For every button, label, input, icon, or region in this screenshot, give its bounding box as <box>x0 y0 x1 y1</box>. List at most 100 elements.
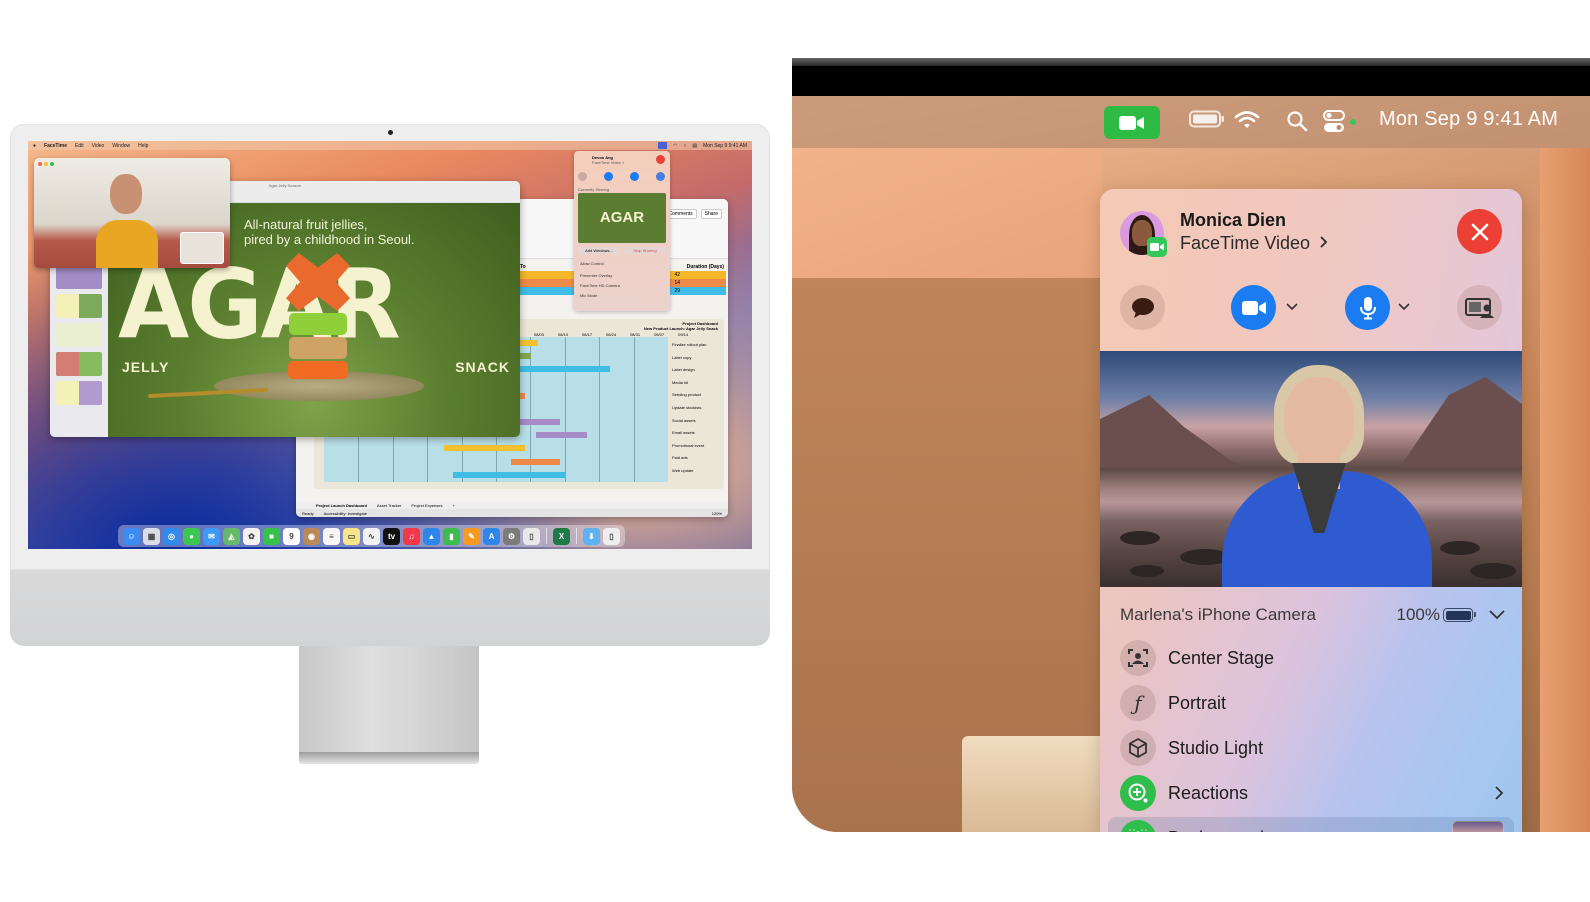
menu-item-reactions[interactable]: Reactions <box>1108 772 1514 814</box>
cube-icon <box>1120 730 1156 766</box>
slide-thumbnail[interactable] <box>56 323 102 347</box>
slide-thumbnail[interactable] <box>56 294 102 318</box>
self-view-pip[interactable] <box>180 232 224 264</box>
mini-mic-button[interactable] <box>630 172 639 181</box>
control-center-icon[interactable] <box>1323 110 1357 134</box>
dock-iphone-mirroring-icon[interactable]: ▯ <box>523 527 540 545</box>
facetime-status-button[interactable] <box>1104 106 1160 139</box>
camera-item[interactable]: FaceTime HD Camera <box>580 283 620 288</box>
presenter-overlay-item[interactable]: Presenter Overlay <box>580 273 612 278</box>
mini-video-button[interactable] <box>604 172 613 181</box>
duration-cell[interactable]: 14 <box>674 280 680 286</box>
camera-device-row[interactable]: Marlena's iPhone Camera 100% <box>1120 605 1505 625</box>
dock-reminders-icon[interactable]: ≡ <box>323 527 340 545</box>
dock-facetime-icon[interactable]: ■ <box>263 527 280 545</box>
wifi-icon[interactable] <box>1234 110 1260 130</box>
video-options-dropdown[interactable] <box>1284 299 1300 315</box>
end-call-button[interactable] <box>1457 209 1502 254</box>
facetime-status-icon[interactable] <box>657 142 667 149</box>
accessibility-status[interactable]: Accessibility: Investigate <box>324 511 367 516</box>
dock-apple-tv-icon[interactable]: tv <box>383 527 400 545</box>
menubar-clock[interactable]: Mon Sep 9 9:41 AM <box>1379 108 1558 131</box>
gantt-bar[interactable] <box>452 471 565 478</box>
gantt-bar[interactable] <box>511 458 561 465</box>
facetime-video-window[interactable] <box>34 158 230 268</box>
dock-launchpad-icon[interactable]: ▦ <box>143 527 160 545</box>
menu-item-studio-light[interactable]: Studio Light <box>1108 727 1514 769</box>
dock-excel-icon[interactable]: X <box>553 527 570 545</box>
gantt-title: Project Dashboard New Product Launch: Ag… <box>644 321 718 331</box>
imac-stand-foot <box>299 752 479 764</box>
background-icon <box>1120 820 1156 832</box>
dock-safari-icon[interactable]: ◎ <box>163 527 180 545</box>
dock-app-store-icon[interactable]: A <box>483 527 500 545</box>
dock-calendar-icon[interactable]: 9 <box>283 527 300 545</box>
microphone-toggle-button[interactable] <box>1345 285 1390 330</box>
menu-video[interactable]: Video <box>92 143 105 149</box>
portrait-f-icon: ƒ <box>1120 685 1156 721</box>
wifi-icon[interactable]: ◠ <box>673 143 677 149</box>
dock-contacts-icon[interactable]: ◉ <box>303 527 320 545</box>
menu-item-portrait[interactable]: ƒ Portrait <box>1108 682 1514 724</box>
apple-menu-icon[interactable]: ● <box>33 143 36 149</box>
dock-system-settings-icon[interactable]: ⚙ <box>503 527 520 545</box>
gantt-bar[interactable] <box>444 445 525 452</box>
col-header-duration: Duration (Days) <box>686 264 724 270</box>
slide-thumbnail[interactable] <box>56 381 102 405</box>
dock-notes-icon[interactable]: ▭ <box>343 527 360 545</box>
dock-photos-icon[interactable]: ✿ <box>243 527 260 545</box>
mic-mode-item[interactable]: Mic Mode <box>580 293 597 298</box>
call-type-link[interactable]: FaceTime Video <box>1180 233 1329 254</box>
dock-downloads-icon[interactable]: ⬇ <box>583 527 600 545</box>
dock-finder-icon[interactable]: ☺ <box>123 527 140 545</box>
duration-cell[interactable]: 29 <box>674 288 680 294</box>
dock-pages-icon[interactable]: ✎ <box>463 527 480 545</box>
sheet-tab-expenses[interactable]: Project Expenses <box>411 503 442 508</box>
dock-keynote-icon[interactable]: ▲ <box>423 527 440 545</box>
search-icon[interactable] <box>1286 110 1308 132</box>
menu-edit[interactable]: Edit <box>75 143 84 149</box>
mini-call-type[interactable]: FaceTime Video > <box>592 160 624 165</box>
sheet-tab-dashboard[interactable]: Project Launch Dashboard <box>316 503 367 508</box>
stop-sharing-button[interactable]: Stop Sharing <box>624 247 666 254</box>
dock-numbers-icon[interactable]: ▮ <box>443 527 460 545</box>
microphone-options-dropdown[interactable] <box>1396 299 1412 315</box>
dock-freeform-icon[interactable]: ∿ <box>363 527 380 545</box>
mini-end-call-button[interactable] <box>656 155 665 164</box>
dock-music-icon[interactable]: ♫ <box>403 527 420 545</box>
chevron-down-icon[interactable] <box>1489 610 1505 620</box>
mini-messages-button[interactable] <box>578 172 587 181</box>
share-button[interactable]: Share <box>700 209 722 219</box>
video-camera-icon <box>1241 300 1266 315</box>
dock-mail-icon[interactable]: ✉ <box>203 527 220 545</box>
sheet-tab-asset-tracker[interactable]: Asset Tracker <box>377 503 401 508</box>
messages-button[interactable] <box>1120 285 1165 330</box>
add-sheet-button[interactable]: + <box>453 503 455 508</box>
dock-maps-icon[interactable]: ◭ <box>223 527 240 545</box>
menu-window[interactable]: Window <box>112 143 130 149</box>
slide-thumbnail[interactable] <box>56 265 102 289</box>
background-thumbnail[interactable] <box>1452 821 1504 832</box>
close-window-icon[interactable] <box>38 162 42 166</box>
mini-screen-share-button[interactable] <box>656 172 665 181</box>
minimize-window-icon[interactable] <box>44 162 48 166</box>
menu-item-center-stage[interactable]: Center Stage <box>1108 637 1514 679</box>
duration-cell[interactable]: 42 <box>674 272 680 278</box>
screen-share-button[interactable] <box>1457 285 1502 330</box>
menu-label: Reactions <box>1168 782 1249 803</box>
slide-thumbnail[interactable] <box>56 352 102 376</box>
search-icon[interactable]: ○ <box>683 143 686 149</box>
gantt-task-label: Social assets <box>672 417 696 423</box>
menu-item-background[interactable]: Background <box>1108 817 1514 832</box>
gantt-bar[interactable] <box>535 432 588 439</box>
battery-icon[interactable] <box>1189 110 1225 128</box>
video-toggle-button[interactable] <box>1231 285 1276 330</box>
zoom-window-icon[interactable] <box>50 162 54 166</box>
add-windows-button[interactable]: Add Windows... <box>578 247 620 254</box>
dock-trash-icon[interactable]: ▯ <box>603 527 620 545</box>
menu-facetime[interactable]: FaceTime <box>44 143 67 149</box>
dock-messages-icon[interactable]: ● <box>183 527 200 545</box>
allow-control-toggle[interactable]: Allow Control <box>580 261 604 266</box>
menu-help[interactable]: Help <box>138 143 148 149</box>
control-center-icon[interactable]: ▤ <box>692 143 697 149</box>
